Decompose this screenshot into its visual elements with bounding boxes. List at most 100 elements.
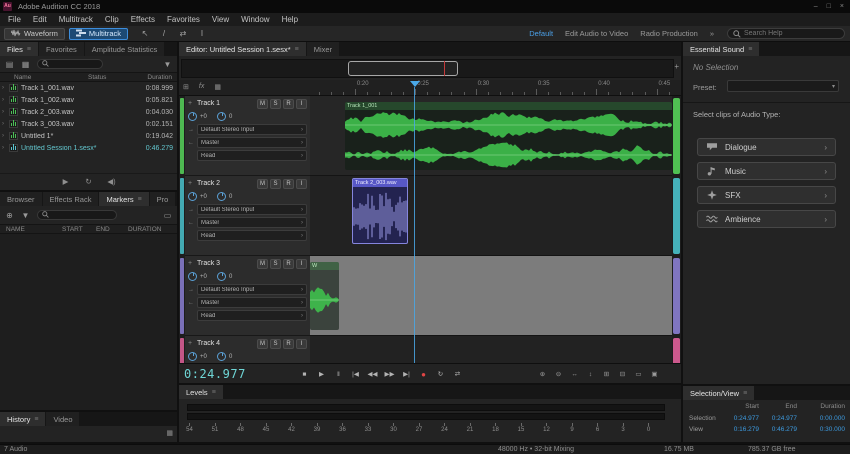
play-preview-icon[interactable]: ▶ (61, 177, 70, 186)
zoom-out-button[interactable]: ⊖ (551, 368, 566, 380)
timeline-ruler[interactable]: ⊞fx▦ 0:200:250:300:350:400:45 (179, 80, 681, 96)
input-selector[interactable]: Default Stereo Input› (197, 284, 307, 295)
zoom-in-vertical-button[interactable]: ↕ (583, 368, 598, 380)
menu-help[interactable]: Help (276, 15, 304, 24)
track-options-icon[interactable]: + (188, 340, 195, 347)
zoom-navigator[interactable] (181, 59, 674, 78)
output-selector[interactable]: Master› (197, 217, 307, 228)
track-overview-segment[interactable] (673, 98, 680, 174)
track-layout-icon[interactable]: ▦ (214, 83, 221, 91)
audio-clip[interactable]: Track 2_003.wav (352, 178, 408, 244)
panel-menu-icon[interactable]: ≡ (27, 46, 31, 53)
files-tab-files[interactable]: Files≡ (0, 42, 38, 56)
audio-clip[interactable]: Track 1_001 (345, 102, 672, 170)
monitor-input-button[interactable]: I (296, 179, 307, 189)
markers-col-start[interactable]: Start (62, 226, 83, 233)
expand-chevron-icon[interactable]: › (2, 97, 9, 103)
effects-toggle-icon[interactable]: fx (199, 83, 204, 91)
track-color-chip[interactable] (180, 258, 184, 334)
markers-tab-effects-rack[interactable]: Effects Rack (43, 192, 99, 206)
track-color-chip[interactable] (180, 178, 184, 254)
rewind-button[interactable]: ◀◀ (365, 368, 380, 380)
track-options-icon[interactable]: + (188, 100, 195, 107)
file-row[interactable]: ›Untitled 1*0:19.042 (0, 130, 177, 142)
loop-playback-button[interactable]: ↻ (433, 368, 448, 380)
panel-menu-icon[interactable]: ≡ (295, 46, 299, 53)
pan-knob[interactable] (217, 112, 226, 121)
workspace-edit-audio-to-video[interactable]: Edit Audio to Video (560, 29, 633, 38)
panel-menu-icon[interactable]: ≡ (34, 416, 38, 423)
monitor-input-button[interactable]: I (296, 339, 307, 349)
preset-dropdown[interactable]: ▾ (727, 80, 839, 92)
zoom-selection-button[interactable]: ⊞ (599, 368, 614, 380)
delete-marker-icon[interactable]: ▭ (163, 211, 172, 220)
menu-clip[interactable]: Clip (99, 15, 125, 24)
automation-mode-selector[interactable]: Read› (197, 310, 307, 321)
track-name[interactable]: Track 2 (197, 180, 255, 187)
markers-col-end[interactable]: End (96, 226, 110, 233)
files-search-input[interactable] (52, 61, 98, 68)
markers-tab-markers[interactable]: Markers≡ (99, 192, 148, 206)
levels-tab-levels[interactable]: Levels≡ (179, 385, 223, 399)
files-tab-amplitude-statistics[interactable]: Amplitude Statistics (85, 42, 164, 56)
file-row[interactable]: ›Track 2_003.wav0:04.030 (0, 106, 177, 118)
mute-button[interactable]: M (257, 99, 268, 109)
track-color-chip[interactable] (180, 98, 184, 174)
filter-icon[interactable]: ▼ (163, 60, 172, 69)
marker-type-icon[interactable]: ▼ (21, 211, 30, 220)
track-overview-segment[interactable] (673, 338, 680, 363)
output-selector[interactable]: Master› (197, 137, 307, 148)
files-tab-favorites[interactable]: Favorites (39, 42, 84, 56)
track-lane-track-3[interactable]: W (310, 256, 672, 336)
mute-button[interactable]: M (257, 339, 268, 349)
multitrack-view-button[interactable]: Multitrack (69, 28, 128, 40)
menu-view[interactable]: View (206, 15, 235, 24)
slip-tool-icon[interactable]: ⇄ (178, 29, 188, 38)
files-col-duration[interactable]: Duration (124, 74, 172, 81)
pan-knob[interactable] (217, 272, 226, 281)
mute-button[interactable]: M (257, 259, 268, 269)
expand-chevron-icon[interactable]: › (2, 109, 9, 115)
skip-to-end-button[interactable]: ▶| (399, 368, 414, 380)
markers-col-duration[interactable]: Duration (128, 226, 161, 233)
expand-chevron-icon[interactable]: › (2, 133, 9, 139)
stop-button[interactable]: ■ (297, 368, 312, 380)
panel-menu-icon[interactable]: ≡ (212, 389, 216, 396)
workspace-overflow-icon[interactable]: » (705, 29, 719, 38)
menu-edit[interactable]: Edit (27, 15, 53, 24)
skip-to-start-button[interactable]: |◀ (348, 368, 363, 380)
arm-record-button[interactable]: R (283, 339, 294, 349)
automation-mode-selector[interactable]: Read› (197, 230, 307, 241)
help-search[interactable] (727, 28, 845, 39)
panel-menu-icon[interactable]: ≡ (138, 196, 142, 203)
zoom-left-button[interactable]: ▭ (631, 368, 646, 380)
help-search-input[interactable] (744, 30, 839, 37)
expand-chevron-icon[interactable]: › (2, 145, 9, 151)
minimize-button[interactable]: – (814, 3, 818, 10)
file-row[interactable]: ›Track 3_003.wav0:02.151 (0, 118, 177, 130)
workspace-default[interactable]: Default (524, 29, 558, 38)
markers-tab-pro[interactable]: Pro (150, 192, 176, 206)
zoom-right-button[interactable]: ▣ (647, 368, 662, 380)
track-name[interactable]: Track 1 (197, 100, 255, 107)
import-file-icon[interactable]: ▤ (5, 60, 14, 69)
track-name[interactable]: Track 3 (197, 260, 255, 267)
solo-button[interactable]: S (270, 339, 281, 349)
razor-tool-icon[interactable]: / (159, 29, 169, 38)
volume-knob[interactable] (188, 272, 197, 281)
track-overview-segment[interactable] (673, 178, 680, 254)
skip-selection-button[interactable]: ⇄ (450, 368, 465, 380)
audio-type-sfx-button[interactable]: SFX› (697, 186, 836, 204)
track-lane-track-2[interactable]: Track 2_003.wav (310, 176, 672, 256)
zoom-session-button[interactable]: ⊟ (615, 368, 630, 380)
speaker-icon[interactable]: ◀) (107, 177, 116, 186)
automation-mode-selector[interactable]: Read› (197, 150, 307, 161)
menu-multitrack[interactable]: Multitrack (53, 15, 99, 24)
audio-type-music-button[interactable]: Music› (697, 162, 836, 180)
arm-record-button[interactable]: R (283, 99, 294, 109)
solo-button[interactable]: S (270, 259, 281, 269)
output-selector[interactable]: Master› (197, 297, 307, 308)
pan-knob[interactable] (217, 192, 226, 201)
record-button[interactable]: ● (416, 368, 431, 380)
solo-button[interactable]: S (270, 179, 281, 189)
